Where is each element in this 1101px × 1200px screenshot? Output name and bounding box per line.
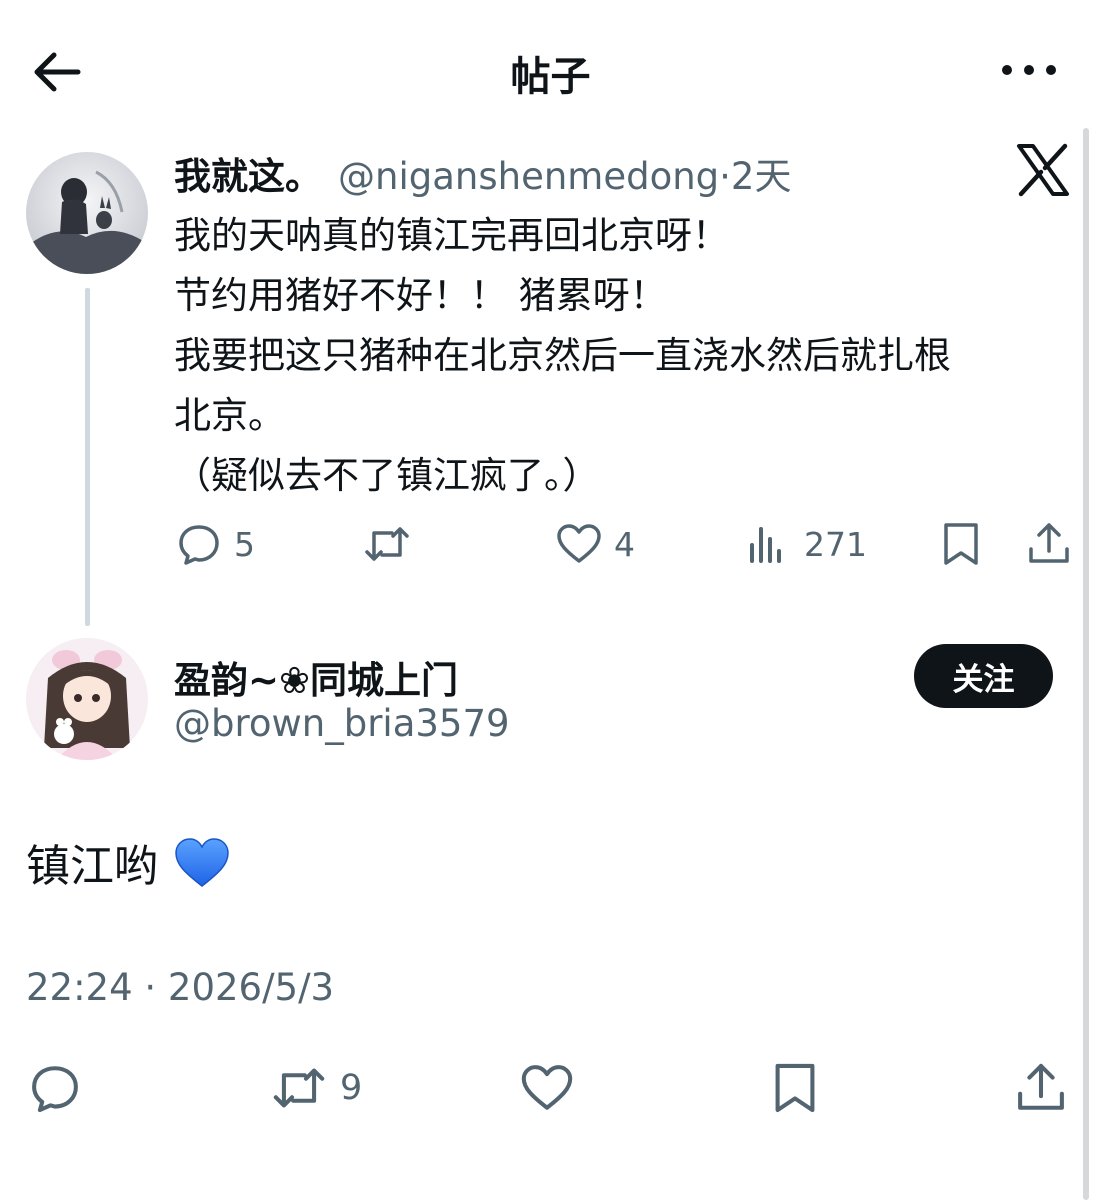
share-button[interactable] <box>1024 514 1074 574</box>
top-bar: 帖子 <box>0 0 1101 130</box>
reply-actions: 9 <box>0 1056 1101 1120</box>
post-line: 节约用猪好不好！！ 猪累呀！ <box>174 274 667 317</box>
post-actions: 5 4 271 <box>0 514 1101 574</box>
retweet-button[interactable] <box>362 514 412 574</box>
reply-button[interactable] <box>26 1056 84 1120</box>
post-body: 我的天呐真的镇江完再回北京呀！ 节约用猪好不好！！ 猪累呀！ 我要把这只猪种在北… <box>174 206 1074 506</box>
share-icon <box>1018 1063 1064 1110</box>
scrollbar[interactable] <box>1083 128 1089 1200</box>
avatar[interactable] <box>26 152 148 274</box>
bookmark-button[interactable] <box>766 1056 824 1120</box>
reply-icon <box>32 1066 78 1113</box>
bookmark-icon <box>944 523 978 565</box>
heart-icon <box>557 524 601 563</box>
post-time: ·2天 <box>719 155 792 198</box>
page-title: 帖子 <box>510 54 591 100</box>
more-horizontal-icon[interactable] <box>997 52 1061 88</box>
reply-avatar[interactable] <box>26 638 148 760</box>
reply-button[interactable]: 5 <box>174 514 255 574</box>
bookmark-button[interactable] <box>936 514 986 574</box>
views-button[interactable]: 271 <box>744 514 867 574</box>
avatar-image <box>26 638 148 760</box>
retweet-icon <box>365 527 409 561</box>
like-button[interactable] <box>518 1056 576 1120</box>
views-icon <box>750 527 781 563</box>
post-line: （疑似去不了镇江疯了。） <box>174 454 600 497</box>
thread-line <box>85 288 90 626</box>
avatar-image <box>26 152 148 274</box>
views-count: 271 <box>804 524 867 564</box>
like-count: 4 <box>614 524 635 564</box>
reply-icon <box>179 525 219 565</box>
follow-button[interactable]: 关注 <box>914 644 1053 708</box>
heart-icon <box>521 1065 573 1110</box>
post-line: 我要把这只猪种在北京然后一直浇水然后就扎根 <box>174 334 951 377</box>
bookmark-icon <box>775 1063 815 1113</box>
retweet-button[interactable]: 9 <box>270 1056 362 1120</box>
reply-author-name[interactable]: 盈韵~❀同城上门 <box>174 650 458 704</box>
reply-text: 镇江哟 <box>26 841 158 892</box>
reply-body: 镇江哟 <box>26 830 230 894</box>
like-button[interactable]: 4 <box>554 514 635 574</box>
author-name[interactable]: 我就这。 <box>174 155 322 198</box>
reply-timestamp: 22:24 · 2026/5/3 <box>26 966 335 1009</box>
author-handle[interactable]: @niganshenmedong <box>338 155 719 198</box>
share-button[interactable] <box>1012 1056 1070 1120</box>
retweet-count: 9 <box>340 1068 363 1108</box>
reply-author-handle[interactable]: @brown_bria3579 <box>174 702 510 745</box>
x-logo-icon <box>1017 143 1069 197</box>
share-icon <box>1029 523 1069 563</box>
retweet-icon <box>273 1068 325 1108</box>
post-header: 我就这。 @niganshenmedong·2天 <box>174 146 791 200</box>
blue-heart-icon <box>175 838 229 887</box>
post-line: 北京。 <box>174 394 285 437</box>
post-line: 我的天呐真的镇江完再回北京呀！ <box>174 214 729 257</box>
reply-count: 5 <box>234 524 255 564</box>
